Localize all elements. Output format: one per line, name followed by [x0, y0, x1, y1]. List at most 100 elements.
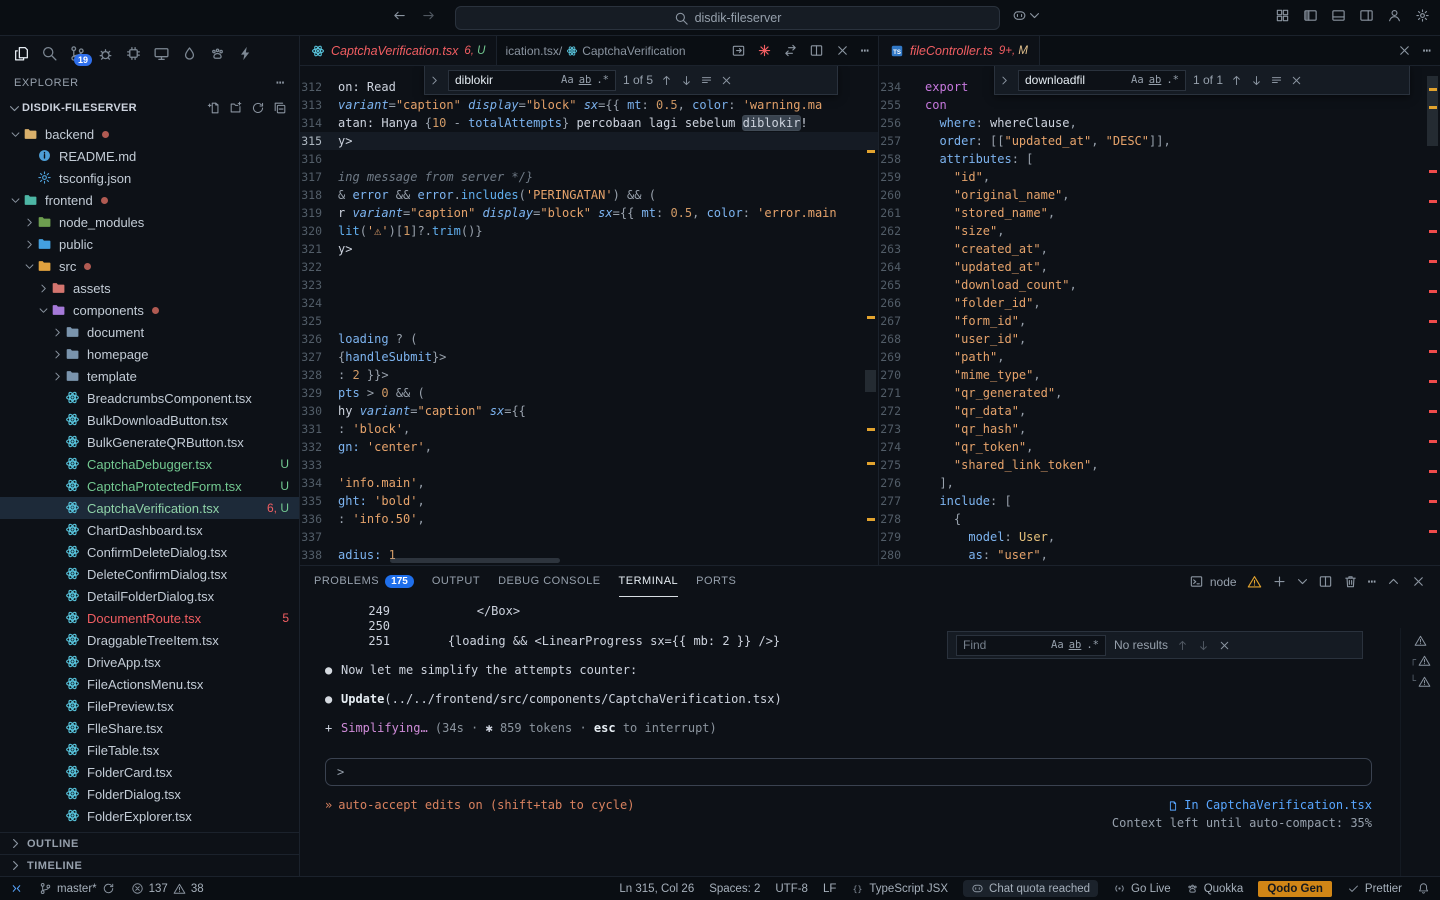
- terminal-dropdown-icon[interactable]: [1297, 574, 1308, 589]
- breadcrumb[interactable]: ication.tsx/ CaptchaVerification: [497, 36, 693, 65]
- code-line-333[interactable]: 333: [300, 456, 878, 474]
- refresh-explorer-button[interactable]: [251, 101, 265, 115]
- new-file-button[interactable]: [207, 101, 221, 115]
- command-center[interactable]: disdik-fileserver: [455, 6, 1000, 30]
- code-line-334[interactable]: 334'info.main',: [300, 474, 878, 492]
- tree-item-captchadebugger-tsx[interactable]: CaptchaDebugger.tsxU: [0, 453, 299, 475]
- find-close-button[interactable]: [1218, 639, 1231, 652]
- code-line-280[interactable]: 280 as: "user",: [879, 546, 1440, 564]
- code-line-260[interactable]: 260 "original_name",: [879, 186, 1440, 204]
- code-line-273[interactable]: 273 "qr_hash",: [879, 420, 1440, 438]
- status-item-language-mode[interactable]: {}TypeScript JSX: [851, 882, 948, 895]
- more-actions-icon[interactable]: ⋯: [861, 43, 869, 59]
- activity-explorer-icon[interactable]: [13, 45, 30, 62]
- open-changes-icon[interactable]: [731, 43, 746, 58]
- status-item-qodo-gen[interactable]: Qodo Gen: [1258, 881, 1332, 897]
- terminal-find-input[interactable]: Find Aa ab .*: [956, 635, 1106, 656]
- code-line-324[interactable]: 324: [300, 294, 878, 312]
- tree-item-document[interactable]: document: [0, 321, 299, 343]
- code-line-271[interactable]: 271 "qr_generated",: [879, 384, 1440, 402]
- status-item-chat-quota[interactable]: Chat quota reached: [963, 880, 1098, 897]
- code-line-332[interactable]: 332gn: 'center',: [300, 438, 878, 456]
- activity-run-debug-icon[interactable]: [97, 45, 114, 62]
- code-line-279[interactable]: 279 model: User,: [879, 528, 1440, 546]
- find-next-button[interactable]: [680, 74, 693, 87]
- tree-item-chartdashboard-tsx[interactable]: ChartDashboard.tsx: [0, 519, 299, 541]
- code-editor[interactable]: diblokir Aa ab .* 1 of 5: [300, 66, 878, 565]
- code-line-264[interactable]: 264 "updated_at",: [879, 258, 1440, 276]
- tree-item-node-modules[interactable]: node_modules: [0, 211, 299, 233]
- tree-item-captchaverification-tsx[interactable]: CaptchaVerification.tsx6, U: [0, 497, 299, 519]
- find-next-button[interactable]: [1250, 74, 1263, 87]
- panel-more-actions-icon[interactable]: ⋯: [1368, 574, 1376, 590]
- terminal-tabs-list[interactable]: ┌ └: [1400, 628, 1440, 876]
- code-line-328[interactable]: 328: 2 }}>: [300, 366, 878, 384]
- status-item-prettier[interactable]: Prettier: [1347, 882, 1402, 895]
- code-line-276[interactable]: 276 ],: [879, 474, 1440, 492]
- find-in-selection-toggle[interactable]: [700, 74, 713, 87]
- tree-item-backend[interactable]: backend: [0, 123, 299, 145]
- tree-item-readme-md[interactable]: README.md: [0, 145, 299, 167]
- code-line-331[interactable]: 331: 'block',: [300, 420, 878, 438]
- problems-status[interactable]: 137 38: [131, 882, 204, 895]
- close-panel-button[interactable]: [1411, 574, 1426, 589]
- status-item-encoding[interactable]: UTF-8: [775, 883, 808, 895]
- tree-item-bulkgenerateqrbutton-tsx[interactable]: BulkGenerateQRButton.tsx: [0, 431, 299, 453]
- tree-item-frontend[interactable]: frontend: [0, 189, 299, 211]
- project-section-header[interactable]: DISDIK-FILESERVER: [0, 96, 299, 120]
- regex-toggle[interactable]: .*: [1086, 638, 1099, 653]
- status-item-indentation[interactable]: Spaces: 2: [709, 883, 760, 895]
- tree-item-deleteconfirmdialog-tsx[interactable]: DeleteConfirmDialog.tsx: [0, 563, 299, 585]
- overview-ruler[interactable]: [862, 66, 878, 565]
- code-line-327[interactable]: 327{handleSubmit}>: [300, 348, 878, 366]
- forward-button[interactable]: [421, 8, 436, 23]
- find-close-button[interactable]: [1290, 74, 1303, 87]
- activity-extensions-icon[interactable]: [125, 45, 142, 62]
- customize-layout-button[interactable]: [1275, 8, 1290, 23]
- more-actions-icon[interactable]: ⋯: [1423, 43, 1431, 59]
- tree-item-breadcrumbscomponent-tsx[interactable]: BreadcrumbsComponent.tsx: [0, 387, 299, 409]
- outline-section[interactable]: OUTLINE: [0, 832, 299, 854]
- remote-indicator[interactable]: [10, 882, 23, 895]
- new-terminal-button[interactable]: [1272, 574, 1287, 589]
- panel-tab-terminal[interactable]: TERMINAL: [619, 566, 679, 597]
- terminal[interactable]: 249 </Box> 250 251 {loading && <LinearPr…: [300, 597, 1440, 876]
- new-folder-button[interactable]: [229, 101, 243, 115]
- code-line-275[interactable]: 275 "shared_link_token",: [879, 456, 1440, 474]
- cli-prompt-input[interactable]: >: [325, 758, 1372, 786]
- activity-quokka-icon[interactable]: [209, 45, 226, 62]
- code-line-316[interactable]: 316: [300, 150, 878, 168]
- find-previous-button[interactable]: [1230, 74, 1243, 87]
- tree-item-public[interactable]: public: [0, 233, 299, 255]
- whole-word-toggle[interactable]: ab: [1149, 71, 1162, 89]
- code-line-278[interactable]: 278 {: [879, 510, 1440, 528]
- regex-toggle[interactable]: .*: [1166, 71, 1179, 89]
- match-case-toggle[interactable]: Aa: [561, 71, 574, 89]
- tree-item-captchaprotectedform-tsx[interactable]: CaptchaProtectedForm.tsxU: [0, 475, 299, 497]
- tree-item-fileactionsmenu-tsx[interactable]: FileActionsMenu.tsx: [0, 673, 299, 695]
- status-item-quokka[interactable]: Quokka: [1186, 882, 1244, 895]
- code-line-313[interactable]: 313variant="caption" display="block" sx=…: [300, 96, 878, 114]
- status-item-go-live[interactable]: Go Live: [1113, 882, 1171, 895]
- code-line-269[interactable]: 269 "path",: [879, 348, 1440, 366]
- code-line-274[interactable]: 274 "qr_token",: [879, 438, 1440, 456]
- overview-ruler[interactable]: [1424, 66, 1440, 565]
- toggle-sidebar-button[interactable]: [1303, 8, 1318, 23]
- collapse-folders-button[interactable]: [273, 101, 287, 115]
- code-line-262[interactable]: 262 "size",: [879, 222, 1440, 240]
- code-line-256[interactable]: 256 where: whereClause,: [879, 114, 1440, 132]
- back-button[interactable]: [392, 8, 407, 23]
- code-line-322[interactable]: 322: [300, 258, 878, 276]
- maximize-panel-button[interactable]: [1386, 574, 1401, 589]
- tree-item-confirmdeletedialog-tsx[interactable]: ConfirmDeleteDialog.tsx: [0, 541, 299, 563]
- auto-accept-status[interactable]: » auto-accept edits on (shift+tab to cyc…: [325, 798, 634, 831]
- tree-item-components[interactable]: components: [0, 299, 299, 321]
- tree-item-template[interactable]: template: [0, 365, 299, 387]
- code-line-261[interactable]: 261 "stored_name",: [879, 204, 1440, 222]
- split-terminal-button[interactable]: [1318, 574, 1333, 589]
- code-line-336[interactable]: 336: 'info.50',: [300, 510, 878, 528]
- code-line-272[interactable]: 272 "qr_data",: [879, 402, 1440, 420]
- code-line-267[interactable]: 267 "form_id",: [879, 312, 1440, 330]
- find-input[interactable]: diblokir Aa ab .*: [448, 70, 616, 91]
- close-editor-button[interactable]: [1397, 43, 1412, 58]
